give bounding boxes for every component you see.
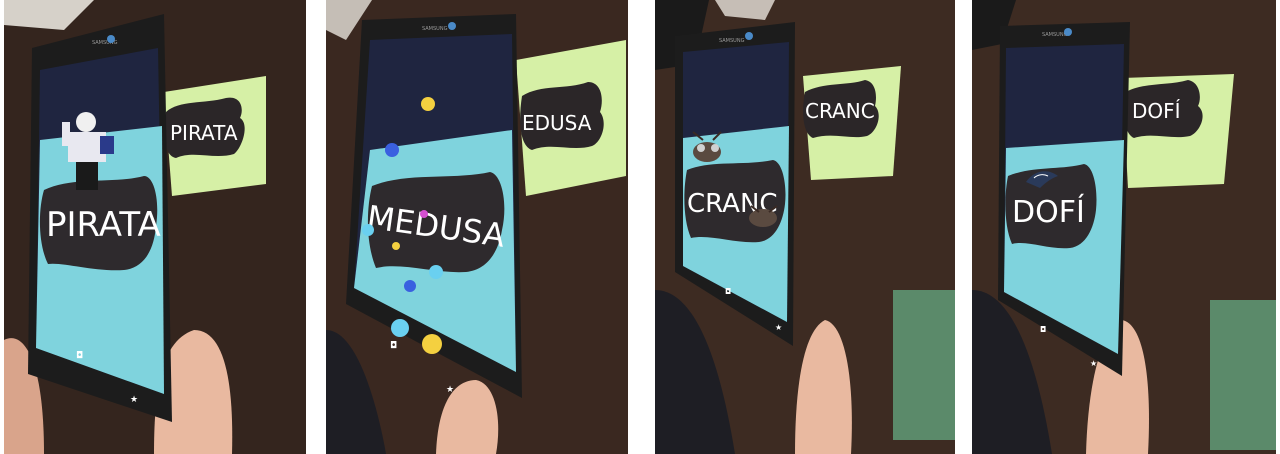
card-word: EDUSA bbox=[522, 111, 592, 135]
photo-dofi: DOFÍ SAMSUNG DOFÍ ◘ ★ bbox=[972, 0, 1276, 454]
star-icon[interactable]: ★ bbox=[775, 323, 782, 332]
photo-medusa-scene: EDUSA SAMSUNG MEDUSA ◘ ★ bbox=[326, 0, 628, 454]
ar-word: PIRATA bbox=[46, 205, 161, 245]
star-icon[interactable]: ★ bbox=[1090, 359, 1097, 368]
star-icon[interactable]: ★ bbox=[446, 385, 454, 395]
word-card: EDUSA bbox=[516, 40, 626, 196]
photo-medusa: EDUSA SAMSUNG MEDUSA ◘ ★ bbox=[326, 0, 628, 454]
brand-label: SAMSUNG bbox=[422, 26, 448, 32]
photo-cranc-scene: CRANC SAMSUNG CRANC ◘ ★ bbox=[655, 0, 955, 454]
photo-dofi-scene: DOFÍ SAMSUNG DOFÍ ◘ ★ bbox=[972, 0, 1276, 454]
tablet: SAMSUNG PIRATA ◘ ★ bbox=[28, 14, 172, 422]
photo-pirata-scene: PIRATA SAMSUNG PIRATA ◘ ★ bbox=[4, 0, 306, 454]
photo-pirata: PIRATA SAMSUNG PIRATA ◘ ★ bbox=[4, 0, 306, 454]
camera-icon[interactable]: ◘ bbox=[76, 351, 83, 361]
word-card: DOFÍ bbox=[1122, 74, 1234, 188]
card-word: PIRATA bbox=[170, 121, 238, 145]
ar-word: DOFÍ bbox=[1012, 194, 1085, 230]
word-card: PIRATA bbox=[164, 76, 266, 196]
camera-icon[interactable]: ◘ bbox=[390, 341, 397, 351]
camera-icon[interactable]: ◘ bbox=[725, 287, 731, 296]
photo-cranc: CRANC SAMSUNG CRANC ◘ ★ bbox=[655, 0, 955, 454]
brand-label: SAMSUNG bbox=[719, 38, 745, 44]
brand-label: SAMSUNG bbox=[1042, 32, 1068, 38]
card-word: DOFÍ bbox=[1132, 99, 1181, 123]
word-card: CRANC bbox=[803, 66, 901, 180]
camera-icon[interactable]: ◘ bbox=[1040, 325, 1046, 334]
star-icon[interactable]: ★ bbox=[130, 395, 138, 405]
card-word: CRANC bbox=[805, 99, 875, 123]
photo-strip: PIRATA SAMSUNG PIRATA ◘ ★ EDUSA SAMSUNG … bbox=[0, 0, 1280, 454]
